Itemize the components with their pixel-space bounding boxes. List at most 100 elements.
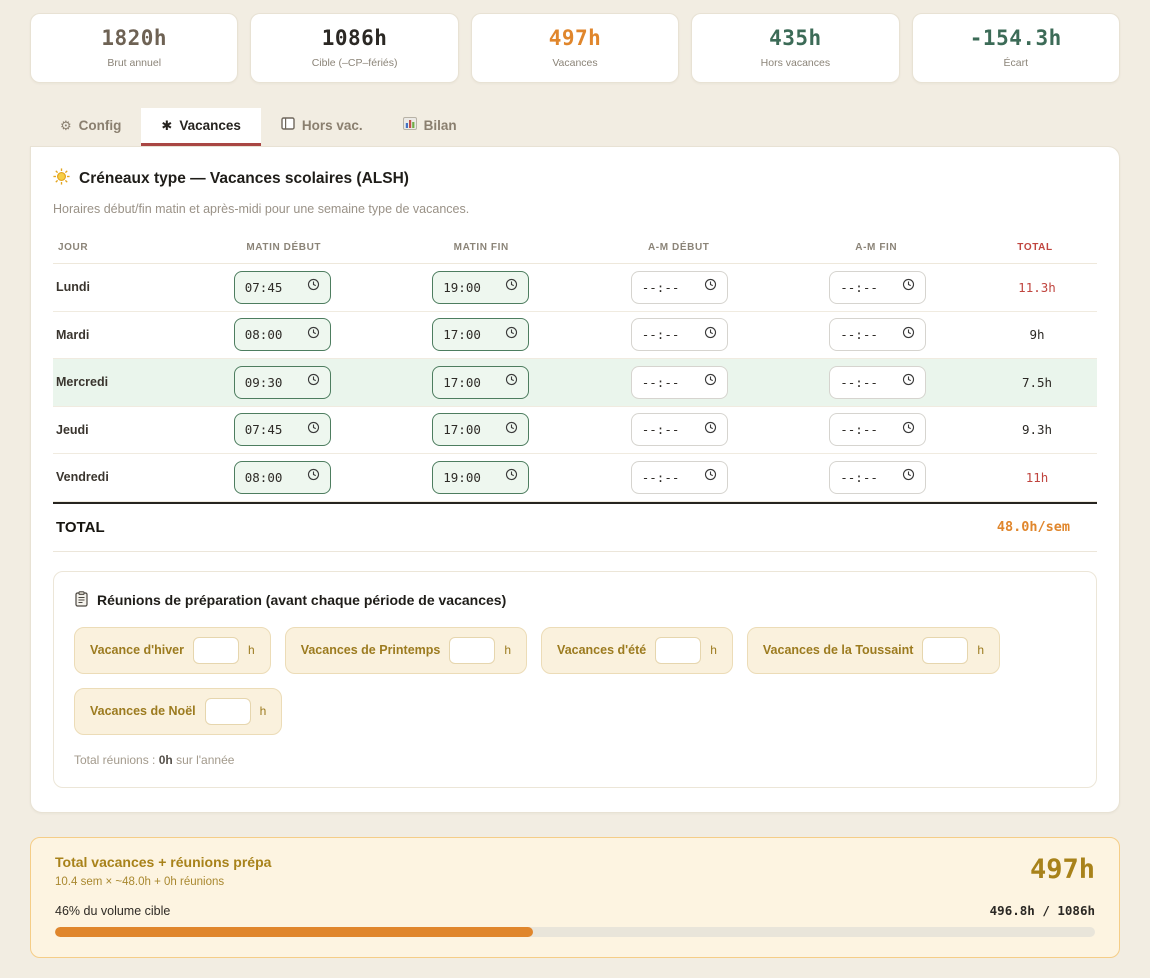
clock-icon: [307, 278, 320, 296]
clock-icon: [704, 326, 717, 344]
time-input-matin-debut[interactable]: 08:00: [234, 461, 331, 494]
stat-value: 497h: [480, 26, 670, 50]
summary-card: Total vacances + réunions prépa 10.4 sem…: [30, 837, 1120, 958]
reunion-chip: Vacances de Noël h: [74, 688, 282, 735]
time-input-matin-fin[interactable]: 19:00: [432, 461, 529, 494]
reunion-chip-suffix: h: [977, 643, 984, 657]
day-label: Lundi: [53, 280, 183, 294]
summary-left: Total vacances + réunions prépa 10.4 sem…: [55, 854, 271, 888]
time-input-am-debut[interactable]: --:--: [631, 318, 728, 351]
time-input-matin-fin[interactable]: 17:00: [432, 318, 529, 351]
row-total: 11h: [977, 470, 1097, 485]
bar-chart-icon: [403, 117, 417, 133]
day-label: Jeudi: [53, 423, 183, 437]
reunion-chips: Vacance d'hiver h Vacances de Printemps …: [74, 627, 1076, 735]
reunion-chip-suffix: h: [260, 704, 267, 718]
time-input-matin-fin[interactable]: 19:00: [432, 271, 529, 304]
row-total: 9h: [977, 327, 1097, 342]
clock-icon: [307, 373, 320, 391]
reunions-heading: Réunions de préparation (avant chaque pé…: [74, 591, 1076, 610]
col-header-3: A-M début: [580, 242, 778, 253]
tab-hors-vac[interactable]: Hors vac.: [261, 108, 383, 146]
col-header-5: Total: [975, 242, 1095, 253]
time-input-matin-debut[interactable]: 08:00: [234, 318, 331, 351]
page: 1820h Brut annuel 1086h Cible (–CP–férié…: [0, 0, 1150, 978]
stat-card: -154.3h Écart: [912, 13, 1120, 83]
tab-vacances[interactable]: ✱ Vacances: [141, 108, 260, 146]
stat-value: 1820h: [39, 26, 229, 50]
stats-row: 1820h Brut annuel 1086h Cible (–CP–férié…: [30, 13, 1120, 83]
summary-title: Total vacances + réunions prépa: [55, 854, 271, 870]
stat-value: 435h: [700, 26, 890, 50]
reunions-total-value: 0h: [159, 753, 173, 767]
tab-label: Config: [79, 118, 122, 133]
time-input-matin-fin[interactable]: 17:00: [432, 413, 529, 446]
reunion-chip-suffix: h: [248, 643, 255, 657]
clipboard-icon: [74, 591, 89, 610]
row-total: 7.5h: [977, 375, 1097, 390]
clock-icon: [902, 326, 915, 344]
stat-label: Brut annuel: [39, 57, 229, 69]
clock-icon: [505, 421, 518, 439]
clock-icon: [902, 421, 915, 439]
clock-icon: [704, 421, 717, 439]
tab-label: Vacances: [179, 118, 241, 133]
clock-icon: [505, 326, 518, 344]
window-icon: [281, 117, 295, 133]
stat-label: Écart: [921, 57, 1111, 69]
reunion-hours-input[interactable]: [655, 637, 701, 664]
schedule-table: JourMatin débutMatin finA-M débutA-M fin…: [53, 236, 1097, 552]
table-row: Jeudi 07:45 17:00 --:-- --:-- 9.3h: [53, 407, 1097, 455]
time-input-am-debut[interactable]: --:--: [631, 366, 728, 399]
time-input-am-fin[interactable]: --:--: [829, 461, 926, 494]
time-input-am-fin[interactable]: --:--: [829, 271, 926, 304]
clock-icon: [902, 468, 915, 486]
table-total-value: 48.0h/sem: [997, 519, 1094, 535]
reunion-hours-input[interactable]: [205, 698, 251, 725]
time-input-am-debut[interactable]: --:--: [631, 271, 728, 304]
gear-icon: ⚙: [60, 118, 72, 133]
stat-value: 1086h: [259, 26, 449, 50]
tab-label: Bilan: [424, 118, 457, 133]
stat-value: -154.3h: [921, 26, 1111, 50]
progress-detail: 496.8h / 1086h: [990, 903, 1095, 918]
reunion-hours-input[interactable]: [449, 637, 495, 664]
table-row: Vendredi 08:00 19:00 --:-- --:-- 11h: [53, 454, 1097, 502]
stat-label: Hors vacances: [700, 57, 890, 69]
reunion-chip-label: Vacances de Noël: [90, 704, 196, 718]
vacances-panel: Créneaux type — Vacances scolaires (ALSH…: [30, 146, 1120, 813]
reunion-chip-suffix: h: [504, 643, 511, 657]
reunions-section: Réunions de préparation (avant chaque pé…: [53, 571, 1097, 788]
table-row: Lundi 07:45 19:00 --:-- --:-- 11.3h: [53, 264, 1097, 312]
sun-icon: [53, 168, 70, 190]
reunion-chip: Vacances d'été h: [541, 627, 733, 674]
time-input-am-fin[interactable]: --:--: [829, 318, 926, 351]
time-input-matin-debut[interactable]: 07:45: [234, 413, 331, 446]
reunion-hours-input[interactable]: [922, 637, 968, 664]
time-input-am-fin[interactable]: --:--: [829, 366, 926, 399]
stat-card: 1086h Cible (–CP–fériés): [250, 13, 458, 83]
reunion-chip: Vacance d'hiver h: [74, 627, 271, 674]
reunions-total-prefix: Total réunions :: [74, 753, 155, 767]
time-input-am-fin[interactable]: --:--: [829, 413, 926, 446]
col-header-1: Matin début: [185, 242, 383, 253]
day-label: Mardi: [53, 328, 183, 342]
day-label: Vendredi: [53, 470, 183, 484]
table-header-row: JourMatin débutMatin finA-M débutA-M fin…: [53, 236, 1097, 264]
time-input-matin-fin[interactable]: 17:00: [432, 366, 529, 399]
time-input-am-debut[interactable]: --:--: [631, 461, 728, 494]
clock-icon: [307, 468, 320, 486]
tab-config[interactable]: ⚙ Config: [40, 108, 141, 146]
summary-formula: 10.4 sem × ~48.0h + 0h réunions: [55, 876, 271, 888]
stat-label: Cible (–CP–fériés): [259, 57, 449, 69]
time-input-matin-debut[interactable]: 07:45: [234, 271, 331, 304]
clock-icon: [902, 278, 915, 296]
table-body: Lundi 07:45 19:00 --:-- --:-- 11.3h Mard…: [53, 264, 1097, 502]
tab-bilan[interactable]: Bilan: [383, 108, 477, 146]
progress-track: [55, 927, 1095, 937]
time-input-matin-debut[interactable]: 09:30: [234, 366, 331, 399]
table-row: Mercredi 09:30 17:00 --:-- --:-- 7.5h: [53, 359, 1097, 407]
reunion-hours-input[interactable]: [193, 637, 239, 664]
clock-icon: [307, 421, 320, 439]
time-input-am-debut[interactable]: --:--: [631, 413, 728, 446]
